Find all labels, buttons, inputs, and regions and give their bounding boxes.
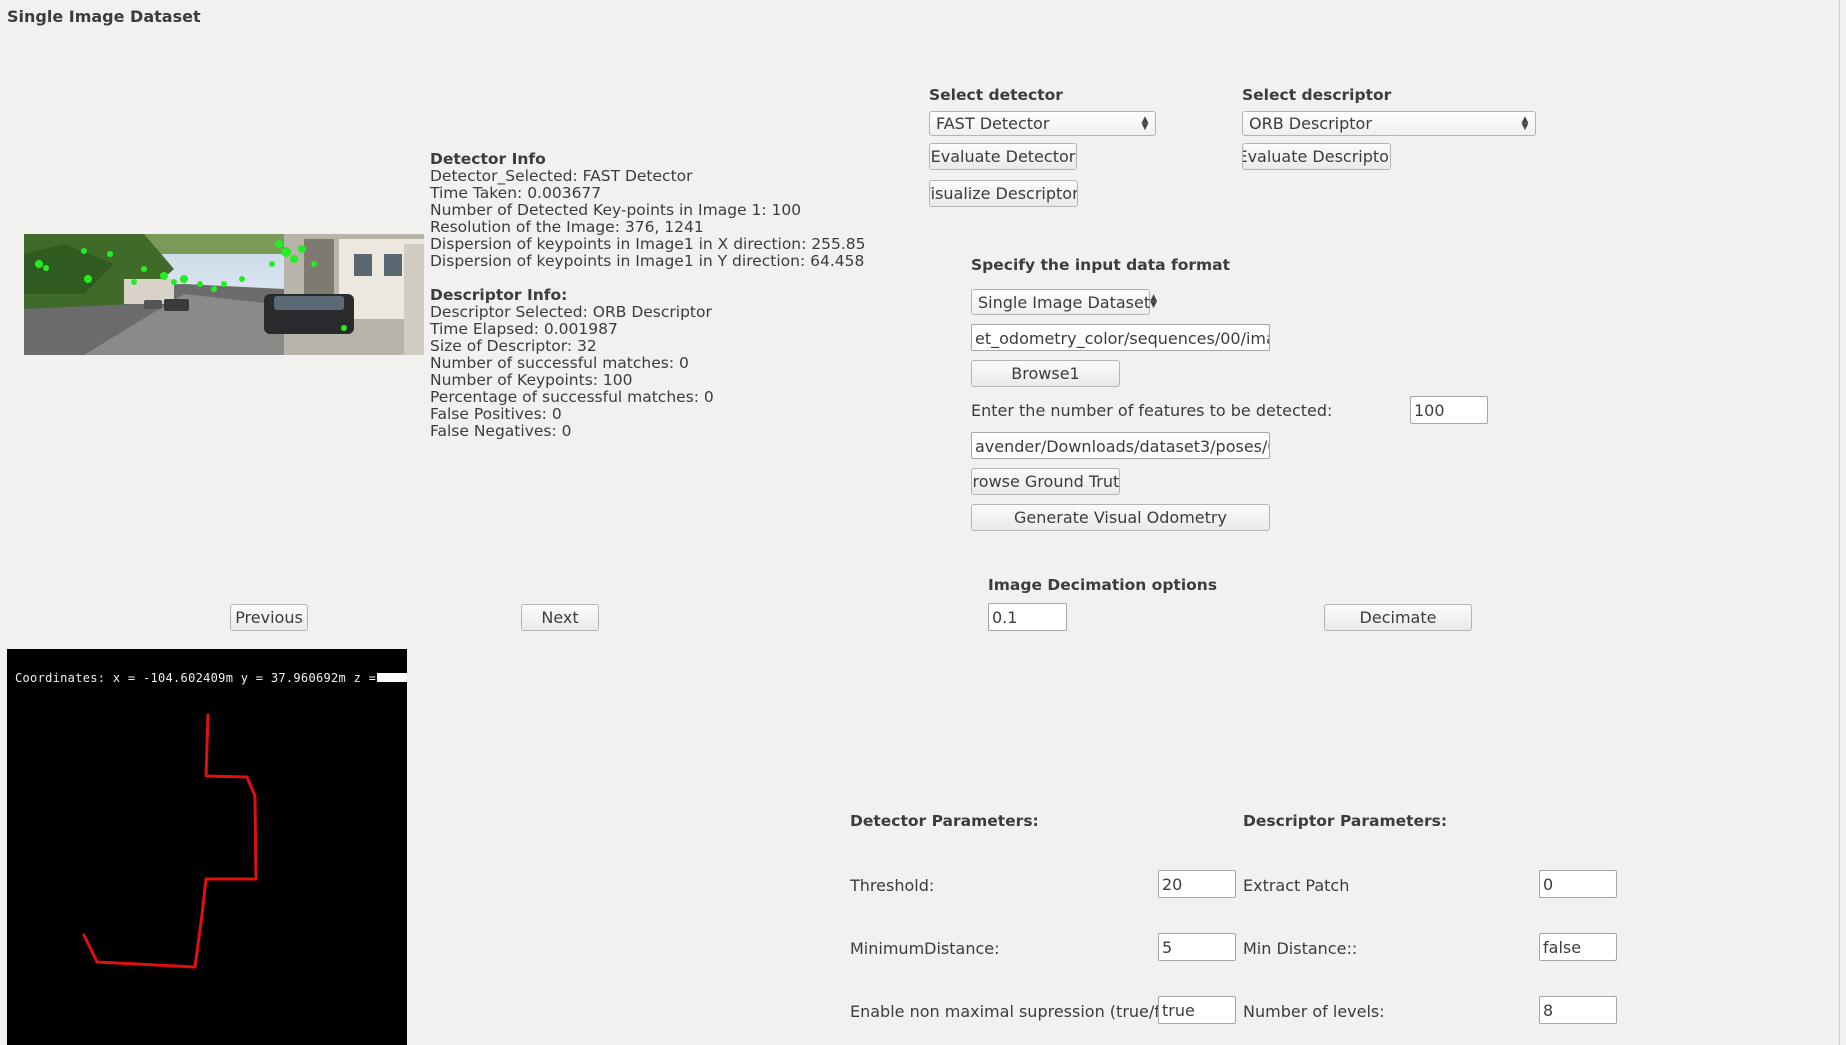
input-format-combo[interactable]: Single Image Dataset ▲ ▼ (971, 289, 1157, 315)
detector-info-line: Time Taken: 0.003677 (430, 184, 602, 202)
road-scene-graphic (24, 234, 424, 355)
detector-info-heading: Detector Info (430, 150, 546, 168)
updown-arrows-icon: ▲ ▼ (1521, 114, 1529, 132)
detector-params-heading: Detector Parameters: (850, 812, 1039, 830)
detector-info-panel: Detector Info Detector_Selected: FAST De… (430, 151, 866, 270)
input-format-label: Specify the input data format (971, 256, 1231, 274)
window-right-edge (1839, 0, 1846, 1045)
non-max-suppression-label: Enable non maximal supression (true/fals… (850, 1002, 1204, 1021)
detector-combo-value: FAST Detector (936, 114, 1050, 133)
extract-patch-field[interactable]: 0 (1539, 870, 1617, 898)
descriptor-info-line: False Positives: 0 (430, 405, 562, 423)
evaluate-descriptor-button[interactable]: Evaluate Descriptor (1242, 143, 1391, 170)
minimum-distance-field[interactable]: 5 (1158, 933, 1236, 961)
select-detector-label: Select detector (929, 86, 1063, 104)
non-max-suppression-field[interactable]: true (1158, 996, 1236, 1024)
descriptor-info-line: Time Elapsed: 0.001987 (430, 320, 618, 338)
threshold-label: Threshold: (850, 876, 935, 895)
detector-info-line: Dispersion of keypoints in Image1 in X d… (430, 235, 866, 253)
extract-patch-label: Extract Patch (1243, 876, 1350, 895)
updown-arrows-icon: ▲ ▼ (1150, 293, 1158, 310)
trajectory-canvas: Coordinates: x = -104.602409m y = 37.960… (7, 649, 407, 1045)
features-count-label: Enter the number of features to be detec… (971, 401, 1333, 420)
evaluate-detector-button[interactable]: Evaluate Detector (929, 143, 1077, 170)
next-button[interactable]: Next (521, 604, 599, 631)
descriptor-combo-value: ORB Descriptor (1249, 114, 1372, 133)
browse1-button[interactable]: Browse1 (971, 360, 1120, 387)
detector-info-line: Detector_Selected: FAST Detector (430, 167, 693, 185)
threshold-field[interactable]: 20 (1158, 870, 1236, 898)
descriptor-info-line: Number of successful matches: 0 (430, 354, 689, 372)
number-of-levels-label: Number of levels: (1243, 1002, 1385, 1021)
decimation-field[interactable]: 0.1 (988, 603, 1067, 631)
minimum-distance-label: MinimumDistance: (850, 939, 1000, 958)
descriptor-info-line: Descriptor Selected: ORB Descriptor (430, 303, 712, 321)
descriptor-info-heading: Descriptor Info: (430, 286, 568, 304)
window-title: Single Image Dataset (7, 7, 201, 26)
descriptor-info-line: False Negatives: 0 (430, 422, 572, 440)
updown-arrows-icon: ▲ ▼ (1141, 114, 1149, 132)
descriptor-info-line: Percentage of successful matches: 0 (430, 388, 714, 406)
trajectory-path-graphic (82, 713, 258, 969)
visualize-descriptors-button[interactable]: Visualize Descriptors (929, 180, 1078, 207)
generate-visual-odometry-button[interactable]: Generate Visual Odometry (971, 504, 1270, 531)
descriptor-combo[interactable]: ORB Descriptor ▲ ▼ (1242, 111, 1536, 136)
detector-info-line: Dispersion of keypoints in Image1 in Y d… (430, 252, 865, 270)
ground-truth-path-field[interactable]: avender/Downloads/dataset3/poses/00.txt (971, 432, 1270, 459)
descriptor-info-line: Number of Keypoints: 100 (430, 371, 633, 389)
decimate-button[interactable]: Decimate (1324, 604, 1472, 631)
detector-info-line: Number of Detected Key-points in Image 1… (430, 201, 802, 219)
min-distance-field[interactable]: false (1539, 933, 1617, 961)
input-format-combo-value: Single Image Dataset (978, 292, 1151, 312)
select-descriptor-label: Select descriptor (1242, 86, 1392, 104)
previous-button[interactable]: Previous (230, 604, 308, 631)
decimation-label: Image Decimation options (988, 576, 1218, 594)
image-path-field[interactable]: et_odometry_color/sequences/00/image_2 (971, 324, 1270, 351)
descriptor-params-heading: Descriptor Parameters: (1243, 812, 1448, 830)
features-count-field[interactable]: 100 (1410, 396, 1488, 424)
number-of-levels-field[interactable]: 8 (1539, 996, 1617, 1024)
detector-info-line: Resolution of the Image: 376, 1241 (430, 218, 704, 236)
descriptor-info-line: Size of Descriptor: 32 (430, 337, 597, 355)
keypoint-image (24, 234, 424, 355)
detector-combo[interactable]: FAST Detector ▲ ▼ (929, 111, 1156, 136)
browse-ground-truth-button[interactable]: Browse Ground Truth (971, 468, 1120, 495)
min-distance-label: Min Distance:: (1243, 939, 1358, 958)
descriptor-info-panel: Descriptor Info: Descriptor Selected: OR… (430, 287, 714, 440)
